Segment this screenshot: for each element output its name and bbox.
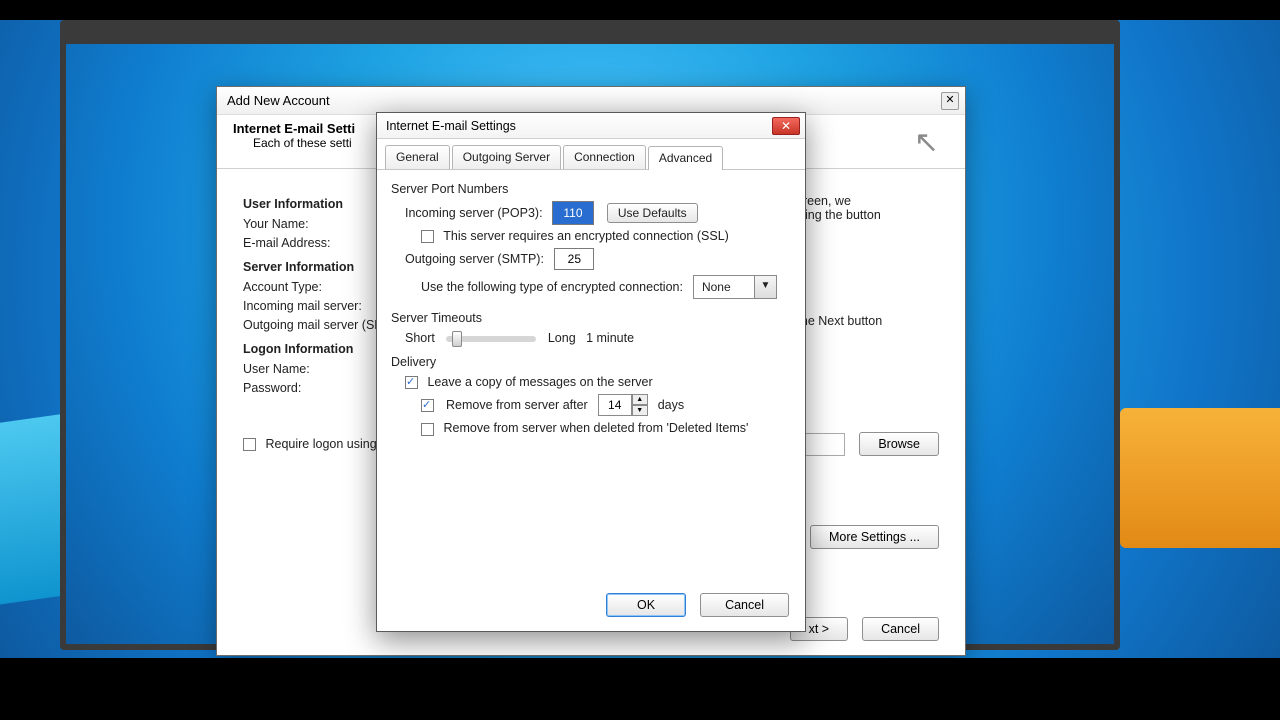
spin-up-button[interactable]: ▲: [632, 394, 648, 405]
remove-after-label: Remove from server after: [446, 398, 588, 412]
timeout-value-label: 1 minute: [586, 331, 634, 345]
days-label: days: [658, 398, 684, 412]
encryption-type-value: None: [694, 280, 754, 294]
encryption-type-select[interactable]: None ▼: [693, 275, 777, 299]
tab-connection[interactable]: Connection: [563, 145, 646, 169]
delivery-heading: Delivery: [391, 355, 791, 369]
incoming-pop3-port-input[interactable]: [553, 202, 593, 224]
parent-heading: Internet E-mail Setti: [233, 121, 355, 136]
use-defaults-button[interactable]: Use Defaults: [607, 203, 698, 223]
chevron-down-icon: ▼: [754, 276, 776, 298]
timeout-short-label: Short: [405, 331, 435, 345]
leave-copy-checkbox[interactable]: [405, 376, 418, 389]
require-spa-checkbox[interactable]: [243, 438, 256, 451]
cursor-icon: ↖: [914, 125, 939, 160]
remove-days-input[interactable]: [598, 394, 632, 416]
slider-thumb[interactable]: [452, 331, 462, 347]
browse-button[interactable]: Browse: [859, 432, 939, 456]
monitor-frame: Add New Account ✕ Internet E-mail Setti …: [60, 20, 1120, 650]
parent-subheading: Each of these setti: [253, 136, 355, 150]
child-close-button[interactable]: ✕: [772, 117, 800, 135]
child-titlebar[interactable]: Internet E-mail Settings ✕: [377, 113, 805, 139]
tab-strip: General Outgoing Server Connection Advan…: [377, 139, 805, 170]
spin-down-button[interactable]: ▼: [632, 405, 648, 416]
ssl-checkbox[interactable]: [421, 230, 434, 243]
internet-email-settings-dialog: Internet E-mail Settings ✕ General Outgo…: [376, 112, 806, 632]
ok-button[interactable]: OK: [606, 593, 686, 617]
remove-after-checkbox[interactable]: [421, 399, 434, 412]
desktop-background: Add New Account ✕ Internet E-mail Setti …: [0, 20, 1280, 658]
more-settings-button[interactable]: More Settings ...: [810, 525, 939, 549]
decor-block-orange: [1120, 408, 1280, 548]
child-cancel-button[interactable]: Cancel: [700, 593, 789, 617]
tab-general[interactable]: General: [385, 145, 450, 169]
tab-outgoing-server[interactable]: Outgoing Server: [452, 145, 561, 169]
timeout-slider[interactable]: [446, 336, 536, 342]
outgoing-smtp-port-input[interactable]: [554, 248, 594, 270]
server-timeouts-heading: Server Timeouts: [391, 311, 791, 325]
server-port-numbers-heading: Server Port Numbers: [391, 182, 791, 196]
parent-cancel-button[interactable]: Cancel: [862, 617, 939, 641]
timeout-long-label: Long: [548, 331, 576, 345]
ssl-label: This server requires an encrypted connec…: [443, 229, 729, 243]
leave-copy-label: Leave a copy of messages on the server: [427, 375, 652, 389]
incoming-pop3-label: Incoming server (POP3):: [405, 206, 543, 220]
child-title: Internet E-mail Settings: [382, 119, 516, 133]
parent-title: Add New Account: [223, 93, 330, 108]
parent-titlebar[interactable]: Add New Account ✕: [217, 87, 965, 115]
encryption-type-label: Use the following type of encrypted conn…: [421, 280, 683, 294]
remove-deleted-label: Remove from server when deleted from 'De…: [443, 421, 748, 435]
outgoing-smtp-label: Outgoing server (SMTP):: [405, 252, 544, 266]
remove-deleted-checkbox[interactable]: [421, 423, 434, 436]
parent-close-button[interactable]: ✕: [941, 92, 959, 110]
tab-advanced[interactable]: Advanced: [648, 146, 723, 170]
